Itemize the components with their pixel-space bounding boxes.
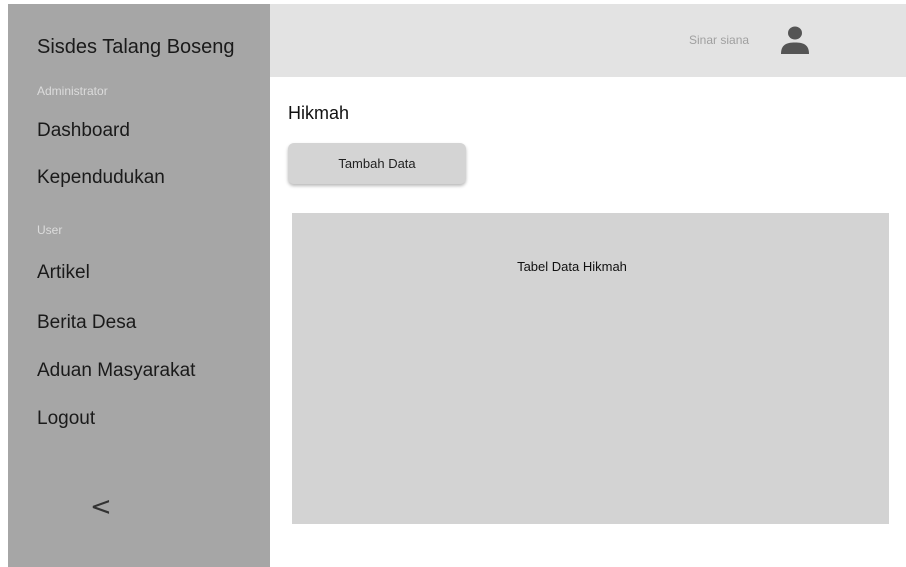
chevron-left-icon[interactable]: < [90,492,112,522]
sidebar-item-artikel[interactable]: Artikel [37,262,90,284]
top-header: Sinar siana [270,4,906,77]
table-placeholder-label: Tabel Data Hikmah [517,259,627,274]
sidebar-item-aduan-masyarakat[interactable]: Aduan Masyarakat [37,360,195,382]
sidebar-item-kependudukan[interactable]: Kependudukan [37,167,165,189]
section-label-user: User [37,223,63,237]
tambah-data-button[interactable]: Tambah Data [288,143,466,184]
brand-title: Sisdes Talang Boseng [37,36,235,58]
user-name: Sinar siana [689,33,750,47]
sidebar: Sisdes Talang Boseng Administrator Dashb… [8,4,270,567]
page-title: Hikmah [288,103,350,123]
sidebar-item-berita-desa[interactable]: Berita Desa [37,312,136,334]
sidebar-item-logout[interactable]: Logout [37,408,95,430]
sidebar-item-dashboard[interactable]: Dashboard [37,120,130,142]
data-table-panel: Tabel Data Hikmah [292,213,889,524]
section-label-administrator: Administrator [37,84,108,98]
user-icon[interactable] [779,24,811,56]
app-window: Sisdes Talang Boseng Administrator Dashb… [0,0,906,567]
